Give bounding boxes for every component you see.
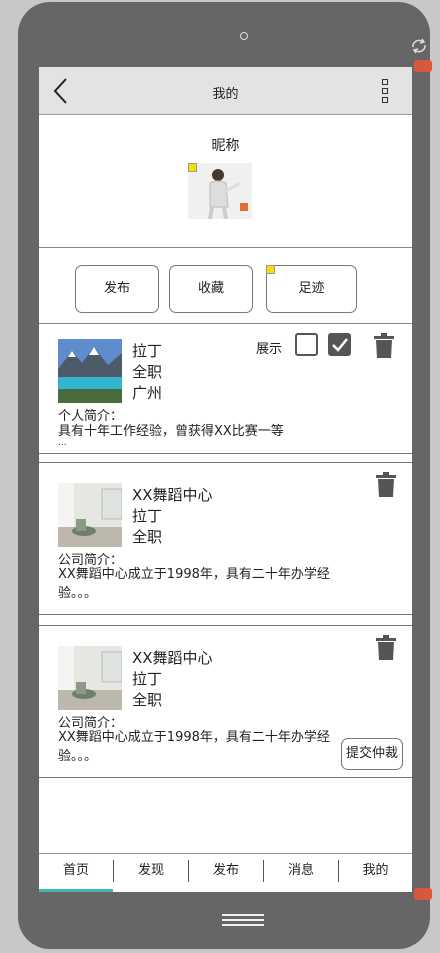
studio-image (58, 483, 122, 547)
card-line-style: 拉丁 (132, 507, 163, 525)
card-line-name: XX舞蹈中心 (132, 649, 213, 667)
publish-button[interactable]: 发布 (75, 265, 159, 313)
show-checkbox-checked[interactable] (328, 333, 351, 356)
list-item[interactable]: 拉丁 全职 广州 个人简介： 具有十年工作经验，曾获得XX比赛一等 ... 展示 (39, 324, 412, 454)
tab-mine[interactable]: 我的 (339, 854, 412, 891)
tab-discover[interactable]: 发现 (114, 854, 188, 891)
trash-icon[interactable] (376, 635, 396, 660)
active-tab-indicator (39, 889, 113, 892)
page-title: 我的 (212, 87, 239, 102)
side-button-top[interactable] (414, 60, 432, 72)
tab-messages[interactable]: 消息 (264, 854, 338, 891)
profile-section: 昵称 (39, 115, 412, 248)
card-line-city: 广州 (132, 384, 163, 402)
more-vertical-icon[interactable] (382, 79, 390, 105)
tab-publish[interactable]: 发布 (189, 854, 263, 891)
card-line-type: 全职 (132, 363, 163, 381)
card-line-style: 拉丁 (132, 670, 163, 688)
checkmark-icon (332, 338, 348, 352)
side-button-bottom[interactable] (414, 888, 432, 900)
footprint-button[interactable]: 足迹 (266, 265, 357, 313)
card-line-style: 拉丁 (132, 342, 163, 360)
intro-text: XX舞蹈中心成立于1998年，具有二十年办学经验。。。 (58, 730, 330, 764)
camera-icon (240, 32, 248, 40)
bottom-tab-bar: 首页 发现 发布 消息 我的 (39, 853, 412, 892)
action-buttons: 发布 收藏 足迹 (39, 249, 412, 324)
trash-icon[interactable] (376, 472, 396, 497)
avatar[interactable] (188, 163, 252, 219)
studio-image (58, 646, 122, 710)
trash-icon[interactable] (374, 333, 394, 358)
lake-image (58, 339, 122, 403)
show-label: 展示 (256, 342, 283, 357)
submit-arbitration-button[interactable]: 提交仲裁 (341, 738, 403, 770)
nickname: 昵称 (211, 138, 240, 154)
home-bars-icon[interactable] (222, 914, 264, 928)
top-navigation-bar: 我的 (39, 67, 412, 115)
intro-more: ... (58, 438, 67, 448)
list-item[interactable]: XX舞蹈中心 拉丁 全职 公司简介： XX舞蹈中心成立于1998年，具有二十年办… (39, 463, 412, 615)
show-checkbox[interactable] (295, 333, 318, 356)
note-badge-icon (266, 265, 275, 274)
card-line-type: 全职 (132, 691, 163, 709)
tab-home[interactable]: 首页 (39, 854, 113, 891)
rotate-icon (412, 38, 426, 54)
card-line-name: XX舞蹈中心 (132, 486, 213, 504)
note-badge-icon (188, 163, 197, 172)
card-line-type: 全职 (132, 528, 163, 546)
app-screen: 我的 昵称 发布 收藏 足迹 拉丁 全职 广州 个人简介： 具有十年工作经验，曾… (39, 67, 412, 892)
intro-text: XX舞蹈中心成立于1998年，具有二十年办学经验。。。 (58, 567, 330, 601)
favorites-button[interactable]: 收藏 (169, 265, 253, 313)
list-item[interactable]: XX舞蹈中心 拉丁 全职 公司简介： XX舞蹈中心成立于1998年，具有二十年办… (39, 626, 412, 778)
